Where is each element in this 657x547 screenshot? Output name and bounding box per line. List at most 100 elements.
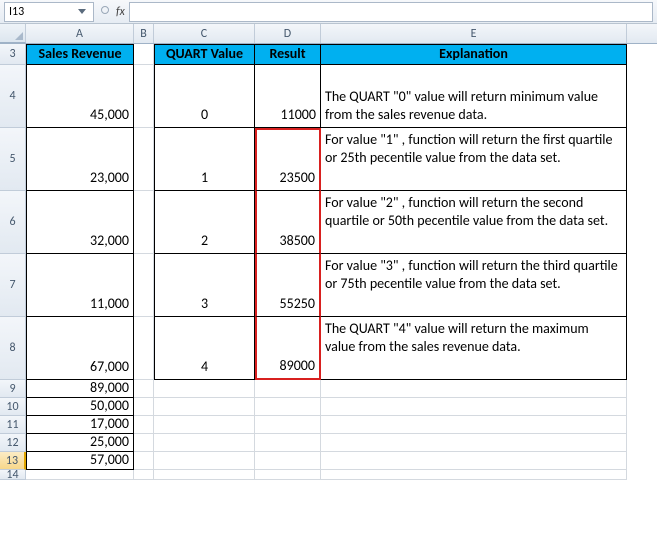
cell-blank[interactable] (134, 65, 154, 128)
cell-blank[interactable] (154, 416, 255, 434)
cell-blank[interactable] (321, 470, 627, 480)
formula-input[interactable] (129, 2, 653, 22)
row: 12 25,000 (0, 434, 657, 452)
cell-result[interactable]: 23500 (255, 128, 321, 191)
cell-revenue[interactable]: 45,000 (26, 65, 134, 128)
cell-blank[interactable] (134, 416, 154, 434)
rows: 3 Sales Revenue QUART Value Result Expla… (0, 44, 657, 480)
row: 9 89,000 (0, 380, 657, 398)
row-header[interactable]: 12 (0, 434, 26, 452)
cell-blank[interactable] (255, 470, 321, 480)
cell-revenue[interactable]: 50,000 (26, 398, 134, 416)
cell-blank[interactable] (255, 416, 321, 434)
name-box[interactable]: I13 (4, 2, 94, 22)
row: 10 50,000 (0, 398, 657, 416)
cell-result[interactable]: 55250 (255, 254, 321, 317)
cell-blank[interactable] (134, 191, 154, 254)
cell-result[interactable]: 38500 (255, 191, 321, 254)
cell-blank[interactable] (321, 452, 627, 470)
header-sales-revenue[interactable]: Sales Revenue (26, 44, 134, 65)
cell-blank[interactable] (255, 380, 321, 398)
cell-blank[interactable] (154, 434, 255, 452)
cell-blank[interactable] (321, 380, 627, 398)
col-header-B[interactable]: B (134, 24, 154, 43)
col-header-D[interactable]: D (255, 24, 321, 43)
name-box-dropdown-icon[interactable] (75, 5, 89, 19)
row: 6 32,000 2 38500 For value "2" , functio… (0, 191, 657, 254)
row: 4 45,000 0 11000 The QUART "0" value wil… (0, 65, 657, 128)
cell-blank[interactable] (134, 452, 154, 470)
cell-blank[interactable] (255, 398, 321, 416)
row-header[interactable]: 14 (0, 470, 26, 480)
row: 5 23,000 1 23500 For value "1" , functio… (0, 128, 657, 191)
cell-blank[interactable] (154, 398, 255, 416)
fx-expand-icon[interactable] (100, 5, 110, 18)
cell-blank[interactable] (134, 128, 154, 191)
cell-blank[interactable] (134, 470, 154, 480)
cell-revenue[interactable]: 67,000 (26, 317, 134, 380)
row: 14 (0, 470, 657, 480)
cell-result[interactable]: 89000 (255, 317, 321, 380)
cell-blank[interactable] (154, 470, 255, 480)
cell-revenue[interactable]: 11,000 (26, 254, 134, 317)
cell-quart[interactable]: 3 (154, 254, 255, 317)
spreadsheet-grid: A B C D E 3 Sales Revenue QUART Value Re… (0, 24, 657, 480)
cell-blank[interactable] (255, 452, 321, 470)
cell-blank[interactable] (255, 434, 321, 452)
header-explanation[interactable]: Explanation (321, 44, 627, 65)
cell-blank[interactable] (134, 398, 154, 416)
cell-explanation[interactable]: The QUART "4" value will return the maxi… (321, 317, 627, 380)
name-box-value: I13 (9, 5, 24, 19)
cell-quart[interactable]: 1 (154, 128, 255, 191)
cell-quart[interactable]: 4 (154, 317, 255, 380)
row-header[interactable]: 10 (0, 398, 26, 416)
row-header[interactable]: 8 (0, 317, 26, 380)
col-header-C[interactable]: C (154, 24, 255, 43)
cell-blank[interactable] (134, 380, 154, 398)
formula-controls: fx (100, 5, 125, 19)
row-header[interactable]: 5 (0, 128, 26, 191)
cell-explanation[interactable]: The QUART "0" value will return minimum … (321, 65, 627, 128)
cell-blank[interactable] (134, 434, 154, 452)
cell-explanation[interactable]: For value "1" , function will return the… (321, 128, 627, 191)
row: 8 67,000 4 89000 The QUART "4" value wil… (0, 317, 657, 380)
col-header-E[interactable]: E (321, 24, 627, 43)
cell-blank[interactable] (134, 44, 154, 65)
cell-revenue[interactable]: 32,000 (26, 191, 134, 254)
cell-result[interactable]: 11000 (255, 65, 321, 128)
row-header[interactable]: 11 (0, 416, 26, 434)
cell-revenue[interactable]: 23,000 (26, 128, 134, 191)
row: 11 17,000 (0, 416, 657, 434)
cell-explanation[interactable]: For value "2" , function will return the… (321, 191, 627, 254)
row-header[interactable]: 6 (0, 191, 26, 254)
cell-quart[interactable]: 0 (154, 65, 255, 128)
formula-bar: I13 fx (0, 0, 657, 24)
cell-blank[interactable] (321, 416, 627, 434)
row: 3 Sales Revenue QUART Value Result Expla… (0, 44, 657, 65)
column-headers: A B C D E (0, 24, 657, 44)
row-header[interactable]: 3 (0, 44, 26, 65)
cell-revenue[interactable]: 89,000 (26, 380, 134, 398)
row-header[interactable]: 7 (0, 254, 26, 317)
cell-quart[interactable]: 2 (154, 191, 255, 254)
cell-blank[interactable] (134, 317, 154, 380)
header-quart-value[interactable]: QUART Value (154, 44, 255, 65)
cell-blank[interactable] (134, 254, 154, 317)
cell-revenue[interactable]: 57,000 (26, 452, 134, 470)
cell-blank[interactable] (154, 380, 255, 398)
select-all-corner[interactable] (0, 24, 26, 43)
cell-revenue[interactable]: 25,000 (26, 434, 134, 452)
cell-revenue[interactable]: 17,000 (26, 416, 134, 434)
fx-label[interactable]: fx (116, 5, 125, 19)
cell-blank[interactable] (26, 470, 134, 480)
cell-explanation[interactable]: For value "3" , function will return the… (321, 254, 627, 317)
row-header[interactable]: 9 (0, 380, 26, 398)
cell-blank[interactable] (321, 398, 627, 416)
cell-blank[interactable] (154, 452, 255, 470)
row: 7 11,000 3 55250 For value "3" , functio… (0, 254, 657, 317)
row-header[interactable]: 4 (0, 65, 26, 128)
cell-blank[interactable] (321, 434, 627, 452)
header-result[interactable]: Result (255, 44, 321, 65)
row: 13 57,000 (0, 452, 657, 470)
col-header-A[interactable]: A (26, 24, 134, 43)
